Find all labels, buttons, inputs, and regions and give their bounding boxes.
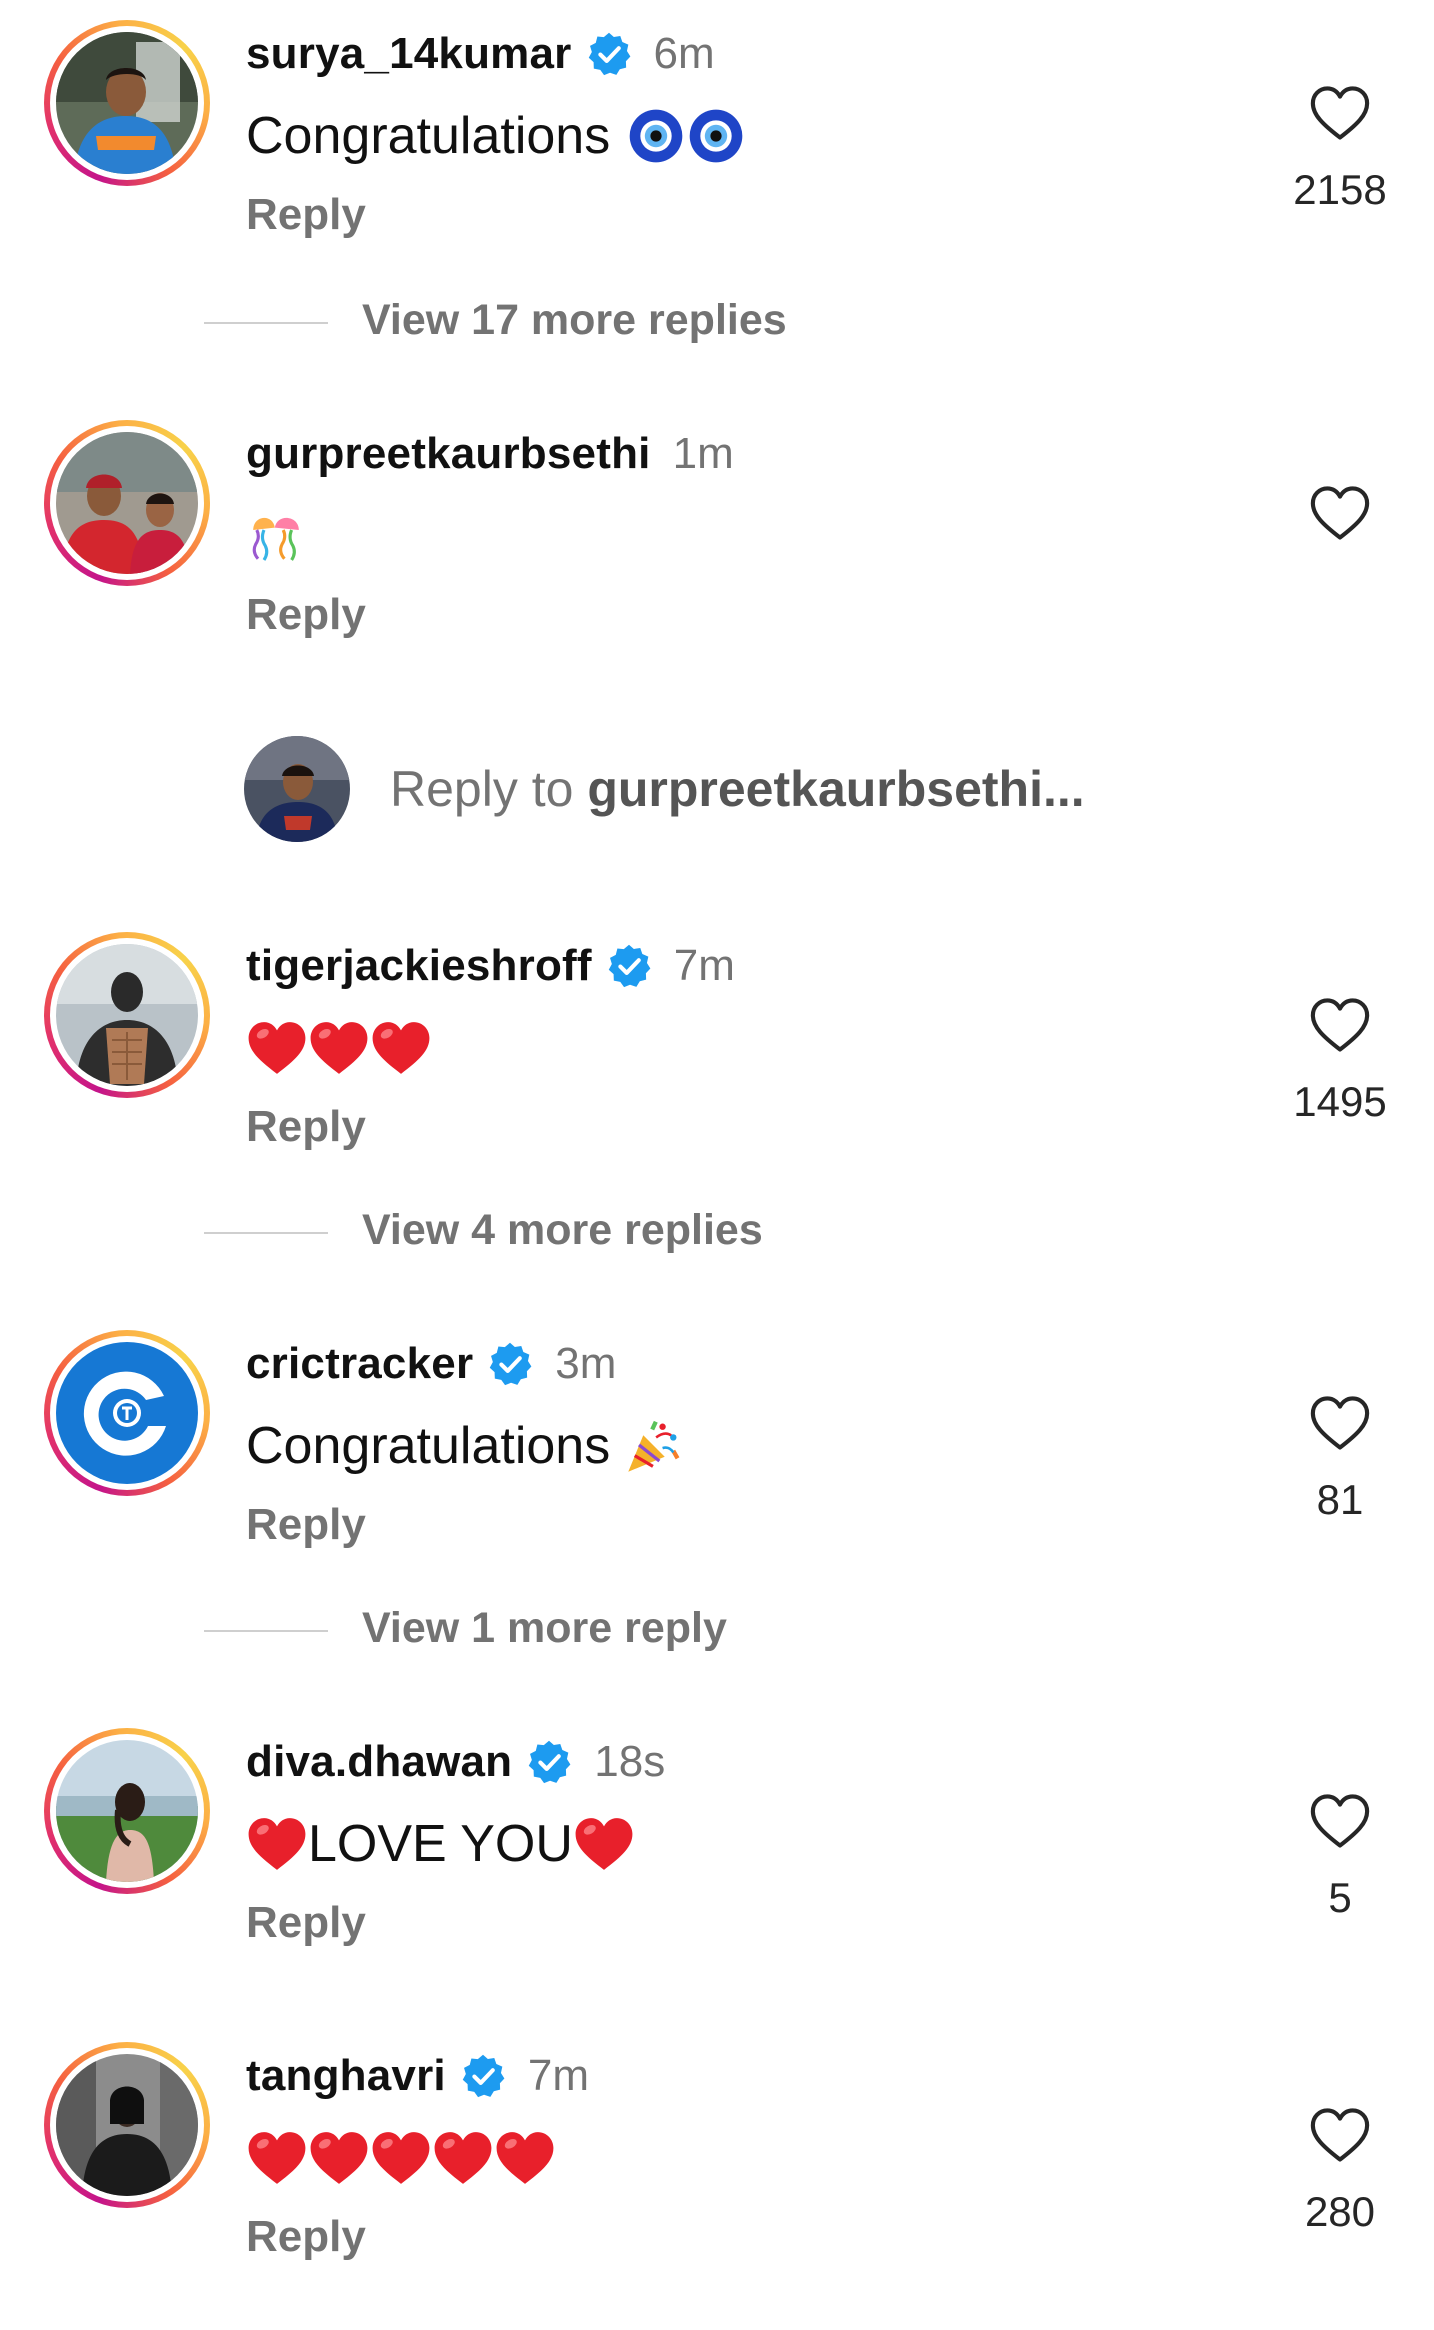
like-heart-icon[interactable]: [1309, 484, 1371, 542]
verified-badge-icon: [586, 31, 632, 77]
profile-photo: [56, 432, 198, 574]
red-heart-icon: [246, 1815, 308, 1873]
username[interactable]: tigerjackieshroff: [246, 941, 592, 991]
profile-photo: [56, 1740, 198, 1882]
reply-button[interactable]: Reply: [246, 2212, 366, 2262]
nazar-amulet-icon: [628, 108, 684, 164]
red-heart-icon: [494, 2129, 556, 2187]
timestamp: 3m: [555, 1339, 617, 1388]
composer-avatar: [244, 736, 350, 842]
nazar-amulet-icon: [688, 108, 744, 164]
red-heart-icon: [370, 1019, 432, 1077]
divider-line: [204, 1232, 328, 1234]
profile-photo: [56, 32, 198, 174]
comment-body: Congratulations: [246, 1417, 611, 1475]
comment-text: [246, 2120, 556, 2196]
crictracker-logo: [56, 1342, 198, 1484]
red-heart-icon: [308, 1019, 370, 1077]
red-heart-icon: [308, 2129, 370, 2187]
profile-photo: [56, 944, 198, 1086]
avatar[interactable]: [44, 420, 210, 586]
username[interactable]: gurpreetkaurbsethi: [246, 429, 651, 479]
reply-button[interactable]: Reply: [246, 1898, 366, 1948]
verified-badge-icon: [606, 943, 652, 989]
verified-badge-icon: [487, 1341, 533, 1387]
comment-text: Congratulations: [246, 1408, 684, 1484]
comment-item: surya_14kumar 6m Congratulations Reply 2…: [0, 0, 1434, 260]
view-more-replies-button[interactable]: View 1 more reply: [362, 1604, 727, 1653]
username[interactable]: tanghavri: [246, 2051, 446, 2101]
like-count: 5: [1328, 1874, 1352, 1921]
composer-prefix: Reply to: [390, 761, 588, 817]
username[interactable]: surya_14kumar: [246, 29, 572, 79]
comment-item: tigerjackieshroff 7m Reply 1495: [0, 912, 1434, 1172]
avatar[interactable]: [44, 1330, 210, 1496]
comment-text: LOVE YOU: [246, 1806, 635, 1882]
timestamp: 18s: [594, 1737, 666, 1786]
composer-target: gurpreetkaurbsethi...: [587, 761, 1085, 817]
like-heart-icon[interactable]: [1309, 84, 1371, 142]
reply-button[interactable]: Reply: [246, 190, 366, 240]
avatar[interactable]: [44, 2042, 210, 2208]
timestamp: 6m: [653, 29, 715, 78]
timestamp: 7m: [527, 2051, 589, 2100]
comment-text: [246, 1010, 432, 1086]
reply-button[interactable]: Reply: [246, 1102, 366, 1152]
comment-text: [246, 498, 306, 574]
like-count: 1495: [1293, 1078, 1387, 1125]
reply-button[interactable]: Reply: [246, 590, 366, 640]
red-heart-icon: [573, 1815, 635, 1873]
jellyfish-icon: [246, 506, 306, 566]
red-heart-icon: [246, 2129, 308, 2187]
avatar[interactable]: [44, 1728, 210, 1894]
reply-composer-input[interactable]: Reply to gurpreetkaurbsethi...: [390, 760, 1085, 818]
like-heart-icon[interactable]: [1309, 996, 1371, 1054]
avatar[interactable]: [44, 932, 210, 1098]
comment-item: tanghavri 7m Reply 280: [0, 2022, 1434, 2282]
verified-badge-icon: [526, 1739, 572, 1785]
comment-body: Congratulations: [246, 107, 611, 165]
red-heart-icon: [370, 2129, 432, 2187]
divider-line: [204, 1630, 328, 1632]
like-count: 280: [1304, 2188, 1376, 2235]
verified-badge-icon: [460, 2053, 506, 2099]
comment-body: LOVE YOU: [308, 1815, 573, 1873]
avatar[interactable]: [44, 20, 210, 186]
view-more-replies-button[interactable]: View 4 more replies: [362, 1206, 763, 1255]
party-popper-icon: [624, 1416, 684, 1476]
red-heart-icon: [246, 1019, 308, 1077]
username[interactable]: diva.dhawan: [246, 1737, 512, 1787]
profile-photo: [56, 2054, 198, 2196]
profile-photo: [244, 736, 350, 842]
divider-line: [204, 322, 328, 324]
red-heart-icon: [432, 2129, 494, 2187]
like-heart-icon[interactable]: [1309, 1394, 1371, 1452]
like-count: 81: [1316, 1476, 1364, 1523]
comment-item: diva.dhawan 18s LOVE YOU Reply 5: [0, 1708, 1434, 1968]
like-heart-icon[interactable]: [1309, 2106, 1371, 2164]
timestamp: 7m: [673, 941, 735, 990]
timestamp: 1m: [672, 429, 734, 478]
comment-text: Congratulations: [246, 98, 744, 174]
view-more-replies-button[interactable]: View 17 more replies: [362, 296, 787, 345]
comment-item: crictracker 3m Congratulations Reply 81: [0, 1310, 1434, 1570]
comment-item: gurpreetkaurbsethi 1m Reply: [0, 400, 1434, 640]
like-count: 2158: [1293, 166, 1387, 213]
reply-button[interactable]: Reply: [246, 1500, 366, 1550]
like-heart-icon[interactable]: [1309, 1792, 1371, 1850]
username[interactable]: crictracker: [246, 1339, 473, 1389]
